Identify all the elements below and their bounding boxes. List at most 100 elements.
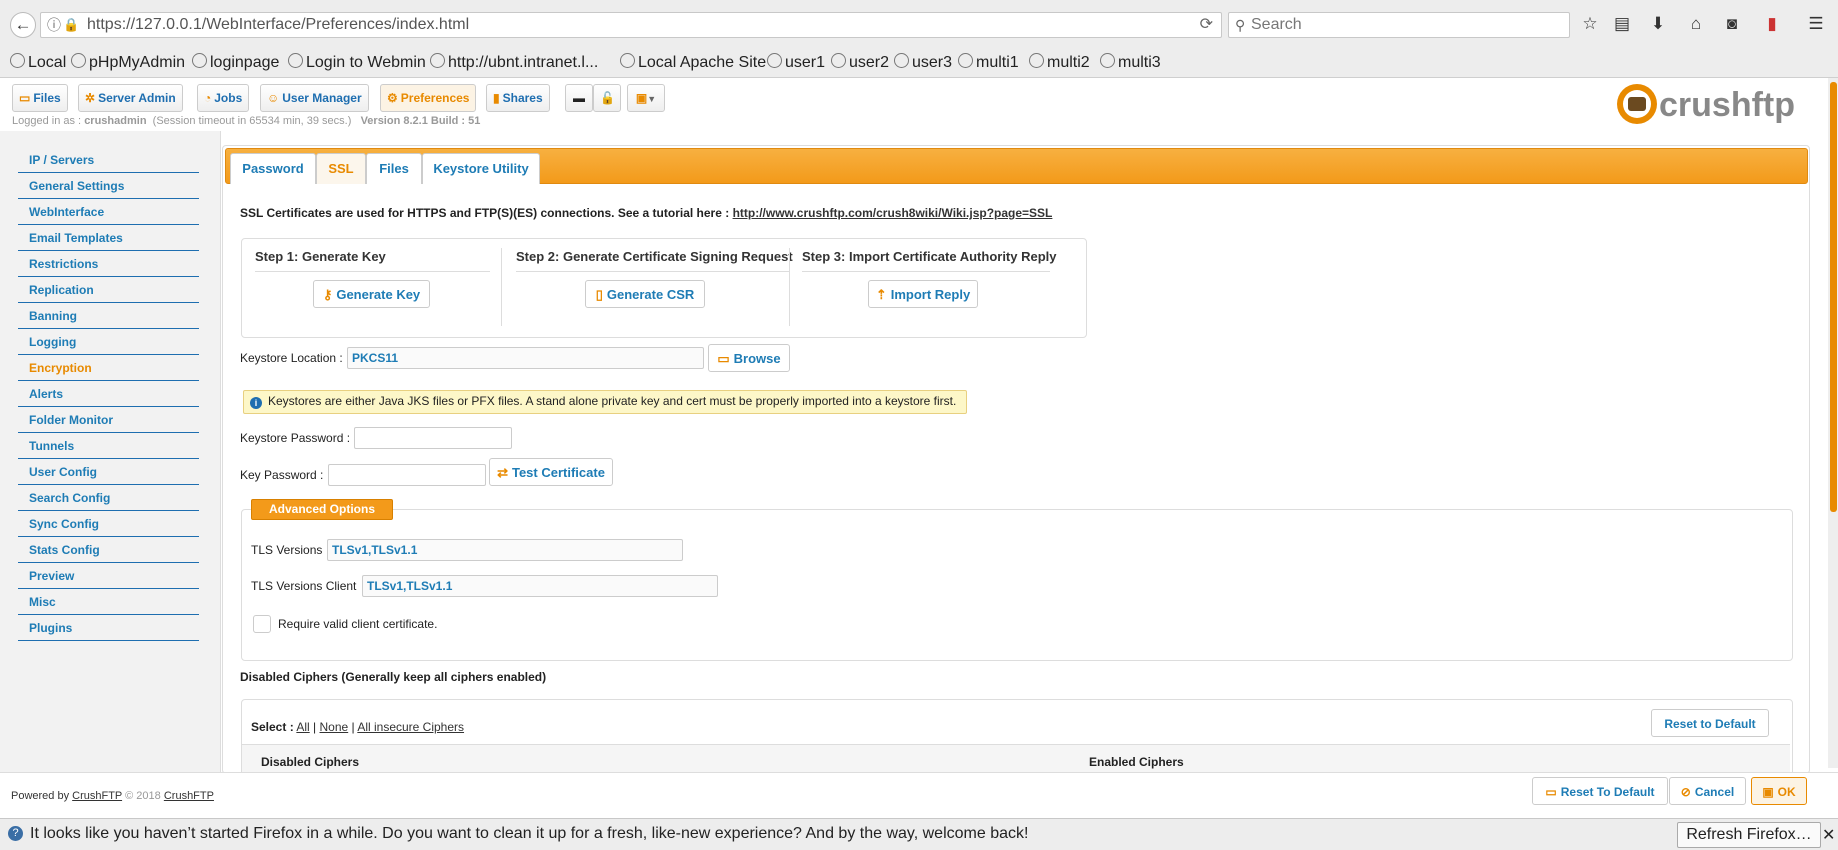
- keystore-location-input[interactable]: PKCS11: [347, 347, 704, 369]
- sidebar-item-plugins[interactable]: Plugins: [18, 616, 199, 641]
- files-label: Files: [33, 91, 61, 105]
- sidebar-item-restrictions[interactable]: Restrictions: [18, 252, 199, 277]
- tab-password[interactable]: Password: [230, 153, 316, 184]
- generate-csr-button[interactable]: ▯ Generate CSR: [585, 280, 705, 308]
- generate-key-label: Generate Key: [336, 287, 421, 302]
- key-password-input[interactable]: [328, 464, 486, 486]
- ssl-tutorial-link[interactable]: http://www.crushftp.com/crush8wiki/Wiki.…: [733, 206, 1053, 220]
- cipher-select-row: Select : All | None | All insecure Ciphe…: [251, 720, 465, 734]
- search-placeholder: Search: [1251, 16, 1302, 33]
- extension-icon[interactable]: ▮: [1762, 14, 1782, 34]
- image-dropdown-button[interactable]: ▣▼: [627, 84, 665, 112]
- back-button[interactable]: ←: [10, 12, 36, 38]
- browser-search-input[interactable]: ⚲ Search: [1228, 12, 1570, 38]
- bookmark-favicon-icon: [288, 53, 303, 68]
- preferences-button[interactable]: ⚙ Preferences: [380, 84, 477, 112]
- bookmark-item[interactable]: Local Apache Site: [620, 52, 766, 74]
- home-icon[interactable]: ⌂: [1686, 14, 1706, 34]
- reset-to-default-button[interactable]: ▭ Reset To Default: [1532, 777, 1668, 805]
- keystore-password-input[interactable]: [354, 427, 512, 449]
- select-insecure-link[interactable]: All insecure Ciphers: [357, 720, 464, 734]
- sidebar-item-banning[interactable]: Banning: [18, 304, 199, 329]
- browse-button[interactable]: ▭ Browse: [708, 344, 790, 372]
- refresh-firefox-button[interactable]: Refresh Firefox…: [1677, 822, 1821, 848]
- logged-in-prefix: Logged in as :: [12, 115, 82, 127]
- select-none-link[interactable]: None: [320, 720, 349, 734]
- sidebar-item-stats-config[interactable]: Stats Config: [18, 538, 199, 563]
- tab-keystore-utility[interactable]: Keystore Utility: [422, 153, 540, 184]
- sidebar-item-ip-servers[interactable]: IP / Servers: [18, 148, 199, 173]
- server-admin-button[interactable]: ✲ Server Admin: [78, 84, 183, 112]
- tls-versions-client-input[interactable]: TLSv1,TLSv1.1: [362, 575, 718, 597]
- powered-by-text: Powered by: [11, 790, 70, 802]
- close-icon[interactable]: ✕: [1822, 825, 1835, 845]
- bookmark-item[interactable]: loginpage: [192, 52, 279, 74]
- import-reply-button[interactable]: ⇡ Import Reply: [868, 280, 978, 308]
- select-all-link[interactable]: All: [296, 720, 309, 734]
- notification-help-icon: ?: [8, 826, 23, 841]
- sidebar-item-encryption[interactable]: Encryption: [18, 356, 199, 381]
- files-button[interactable]: ▭ Files: [12, 84, 68, 112]
- sidebar-item-tunnels[interactable]: Tunnels: [18, 434, 199, 459]
- lock-warning-icon[interactable]: 🔒: [63, 13, 79, 37]
- bookmark-item[interactable]: user3: [894, 52, 952, 74]
- bookmark-item[interactable]: Login to Webmin: [288, 52, 426, 74]
- tls-versions-input[interactable]: TLSv1,TLSv1.1: [327, 539, 683, 561]
- sidebar-item-search-config[interactable]: Search Config: [18, 486, 199, 511]
- jobs-button[interactable]: ◔ Jobs: [197, 84, 250, 112]
- bookmarks-bar: Local pHpMyAdmin loginpage Login to Webm…: [0, 48, 1838, 78]
- sidebar-item-preview[interactable]: Preview: [18, 564, 199, 589]
- crushftp-link-2[interactable]: CrushFTP: [164, 790, 214, 802]
- sidebar-item-webinterface[interactable]: WebInterface: [18, 200, 199, 225]
- test-certificate-button[interactable]: ⇄ Test Certificate: [489, 458, 613, 486]
- require-client-cert-checkbox[interactable]: [253, 615, 271, 633]
- sidebar-item-general-settings[interactable]: General Settings: [18, 174, 199, 199]
- tab-ssl[interactable]: SSL: [316, 153, 366, 184]
- bookmark-item[interactable]: multi2: [1029, 52, 1090, 74]
- sidebar-item-replication[interactable]: Replication: [18, 278, 199, 303]
- bookmark-item[interactable]: user2: [831, 52, 889, 74]
- sidebar-item-misc[interactable]: Misc: [18, 590, 199, 615]
- sidebar-item-user-config[interactable]: User Config: [18, 460, 199, 485]
- reload-icon[interactable]: ⟳: [1200, 13, 1213, 37]
- bookmark-item[interactable]: Local: [10, 52, 66, 74]
- ok-button[interactable]: ▣ OK: [1751, 777, 1807, 805]
- sidebar-item-email-templates[interactable]: Email Templates: [18, 226, 199, 251]
- menu-icon[interactable]: ☰: [1806, 14, 1826, 34]
- bookmark-favicon-icon: [1029, 53, 1044, 68]
- reader-list-icon[interactable]: ▤: [1612, 14, 1632, 34]
- shares-button[interactable]: ▮ Shares: [486, 84, 550, 112]
- lock-button[interactable]: 🔓: [593, 84, 621, 112]
- url-bar[interactable]: ⓘ 🔒 https://127.0.0.1/WebInterface/Prefe…: [40, 12, 1222, 38]
- crushftp-link[interactable]: CrushFTP: [72, 790, 122, 802]
- bookmark-item[interactable]: multi1: [958, 52, 1019, 74]
- bookmark-item[interactable]: pHpMyAdmin: [71, 52, 185, 74]
- info-icon[interactable]: ⓘ: [47, 13, 61, 37]
- generate-key-button[interactable]: ⚷ Generate Key: [313, 280, 430, 308]
- reset-ciphers-button[interactable]: Reset to Default: [1651, 709, 1769, 737]
- enabled-ciphers-column: Enabled Ciphers: [1089, 755, 1184, 769]
- bookmark-item[interactable]: http://ubnt.intranet.l...: [430, 52, 598, 74]
- page-scrollbar-thumb[interactable]: [1830, 82, 1837, 512]
- console-button[interactable]: ▬: [565, 84, 593, 112]
- advanced-options-toggle[interactable]: Advanced Options: [251, 499, 393, 520]
- keystore-notice-text: Keystores are either Java JKS files or P…: [268, 394, 957, 408]
- save-icon: ▣: [1762, 785, 1774, 799]
- browser-navbar: ← ⓘ 🔒 https://127.0.0.1/WebInterface/Pre…: [0, 0, 1838, 48]
- cancel-button[interactable]: ⊘ Cancel: [1669, 777, 1746, 805]
- tls-versions-label: TLS Versions: [251, 543, 323, 557]
- folder-icon: ▭: [19, 91, 31, 105]
- pocket-icon[interactable]: ◙: [1722, 14, 1742, 34]
- sidebar-item-folder-monitor[interactable]: Folder Monitor: [18, 408, 199, 433]
- tab-files[interactable]: Files: [366, 153, 422, 184]
- sidebar-item-sync-config[interactable]: Sync Config: [18, 512, 199, 537]
- bookmark-item[interactable]: user1: [767, 52, 825, 74]
- sidebar-item-alerts[interactable]: Alerts: [18, 382, 199, 407]
- bookmark-favicon-icon: [10, 53, 25, 68]
- sidebar-item-logging[interactable]: Logging: [18, 330, 199, 355]
- download-icon[interactable]: ⬇: [1648, 14, 1668, 34]
- bookmark-star-icon[interactable]: ☆: [1580, 14, 1600, 34]
- bookmark-favicon-icon: [620, 53, 635, 68]
- user-manager-button[interactable]: ☺ User Manager: [260, 84, 369, 112]
- bookmark-item[interactable]: multi3: [1100, 52, 1161, 74]
